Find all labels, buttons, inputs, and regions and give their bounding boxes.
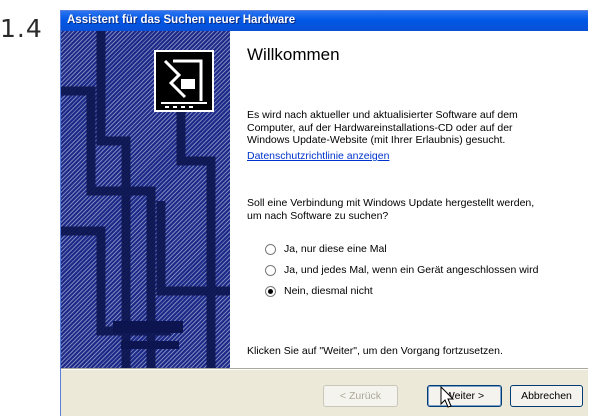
question-line: um nach Software zu suchen? <box>247 209 389 222</box>
cancel-button[interactable]: Abbrechen <box>510 385 583 407</box>
wizard-window: Assistent für das Suchen neuer Hardware <box>60 10 588 416</box>
radio-button[interactable] <box>265 264 276 276</box>
radio-label: Ja, und jedes Mal, wenn ein Gerät angesc… <box>284 264 539 276</box>
continue-hint: Klicken Sie auf "Weiter", um den Vorgang… <box>247 345 503 357</box>
radio-button-selected[interactable] <box>265 285 276 297</box>
radio-option-not-now[interactable]: Nein, diesmal nicht <box>265 284 373 298</box>
circuit-board-graphic <box>61 31 230 368</box>
step-number: 1.4 <box>0 14 43 43</box>
wizard-content: Willkommen Es wird nach aktueller und ak… <box>230 31 588 368</box>
hardware-card-icon <box>154 50 214 112</box>
intro-line: Windows Update-Website (mit Ihrer Erlaub… <box>247 134 506 146</box>
question-line: Soll eine Verbindung mit Windows Update … <box>247 197 535 209</box>
question-text: Soll eine Verbindung mit Windows Update … <box>247 197 577 222</box>
privacy-policy-link[interactable]: Datenschutzrichtlinie anzeigen <box>247 150 389 162</box>
separator <box>61 368 588 370</box>
intro-text: Es wird nach aktueller und aktualisierte… <box>247 109 567 147</box>
window-title: Assistent für das Suchen neuer Hardware <box>67 14 296 26</box>
radio-button[interactable] <box>265 243 276 255</box>
radio-option-always[interactable]: Ja, und jedes Mal, wenn ein Gerät angesc… <box>265 263 538 277</box>
wizard-side-banner <box>61 31 230 368</box>
intro-line: Es wird nach aktueller und aktualisierte… <box>247 109 518 121</box>
mouse-pointer-icon <box>440 386 455 408</box>
radio-label: Ja, nur diese eine Mal <box>284 243 387 255</box>
intro-line: Computer, auf der Hardwareinstallations-… <box>247 121 513 134</box>
page-heading: Willkommen <box>247 45 340 64</box>
title-bar[interactable]: Assistent für das Suchen neuer Hardware <box>61 11 588 31</box>
radio-label: Nein, diesmal nicht <box>284 285 373 297</box>
back-button[interactable]: < Zurück <box>323 385 398 407</box>
next-button[interactable]: Weiter > <box>427 385 502 407</box>
radio-option-once[interactable]: Ja, nur diese eine Mal <box>265 242 387 256</box>
